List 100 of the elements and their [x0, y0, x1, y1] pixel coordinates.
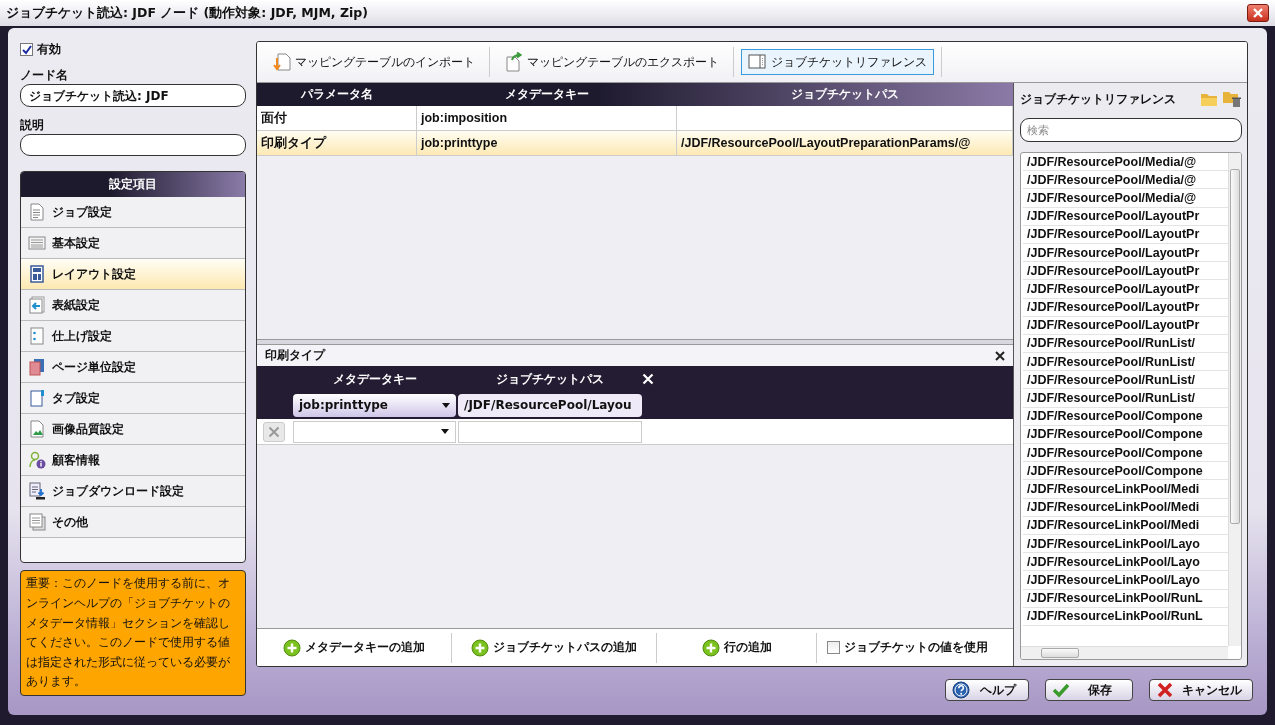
list-item[interactable]: /JDF/ResourcePool/Compone: [1023, 462, 1228, 481]
settings-item[interactable]: 仕上げ設定: [21, 321, 245, 353]
node-name-field[interactable]: ジョブチケット読込: JDF: [20, 84, 246, 107]
caret-icon: [441, 429, 449, 434]
column-header: メタデータキー: [504, 86, 590, 103]
import-icon: [272, 52, 292, 72]
list-item[interactable]: /JDF/ResourcePool/Compone: [1023, 444, 1228, 463]
list-item[interactable]: /JDF/ResourcePool/RunList/: [1023, 353, 1228, 372]
checkbox-label: 有効: [37, 40, 61, 58]
settings-item[interactable]: ジョブ設定: [21, 197, 245, 229]
window-title: ジョブチケット読込: JDF ノード (動作対象: JDF, MJM, Zip): [6, 4, 368, 22]
table-cell: 印刷タイプ: [257, 131, 417, 155]
list-item[interactable]: /JDF/ResourcePool/RunList/: [1023, 334, 1228, 354]
export-icon: [504, 52, 524, 72]
list-item[interactable]: /JDF/ResourcePool/Compone: [1023, 407, 1228, 426]
toolbar-button[interactable]: マッピングテーブルのエクスポート: [497, 49, 726, 75]
close-icon: [642, 373, 655, 386]
table-cell: 面付: [257, 106, 417, 130]
list-icon: [28, 234, 46, 253]
field-label: ノード名: [20, 67, 69, 81]
settings-item[interactable]: 顧客情報: [21, 445, 245, 477]
save-button[interactable]: 保存: [1045, 679, 1133, 701]
close-button[interactable]: [1247, 4, 1269, 22]
description-field[interactable]: [20, 134, 246, 157]
table-row[interactable]: 面付 job:imposition: [257, 106, 1013, 131]
checkbox[interactable]: [20, 42, 33, 56]
settings-item[interactable]: 画像品質設定: [21, 414, 245, 446]
list-item[interactable]: /JDF/ResourcePool/LayoutPr: [1023, 262, 1228, 281]
list-item[interactable]: /JDF/ResourcePool/LayoutPr: [1023, 207, 1228, 226]
scrollbar[interactable]: [1021, 646, 1228, 659]
checkbox-label: ジョブチケットの値を使用: [844, 639, 988, 656]
plus-icon: [471, 638, 489, 657]
table-cell: /JDF/ResourcePool/LayoutPreparationParams/@: [677, 131, 1013, 155]
list-item[interactable]: /JDF/ResourceLinkPool/Medi: [1023, 480, 1228, 499]
check-icon: [21, 43, 32, 55]
metadata-key-dropdown[interactable]: job:printtype: [293, 393, 456, 417]
checkbox[interactable]: [827, 641, 840, 654]
help-button[interactable]: ヘルプ: [945, 679, 1029, 701]
cancel-button[interactable]: キャンセル: [1149, 679, 1253, 701]
search-field[interactable]: 検索: [1020, 118, 1242, 142]
scrollbar-thumb[interactable]: [1041, 648, 1079, 658]
scrollbar[interactable]: [1228, 153, 1241, 646]
list-item[interactable]: /JDF/ResourcePool/LayoutPr: [1023, 316, 1228, 335]
list-item[interactable]: /JDF/ResourcePool/LayoutPr: [1023, 280, 1228, 299]
pages-icon: [28, 358, 46, 377]
list-item[interactable]: /JDF/ResourcePool/RunList/: [1023, 389, 1228, 408]
close-button[interactable]: [995, 350, 1005, 361]
delete-row-button[interactable]: [263, 421, 285, 442]
toolbar-button[interactable]: ジョブチケットリファレンス: [741, 49, 934, 75]
list-item[interactable]: /JDF/ResourceLinkPool/Layo: [1023, 553, 1228, 572]
list-item[interactable]: /JDF/ResourceLinkPool/Layo: [1023, 571, 1228, 590]
tab-page-icon: [28, 389, 46, 408]
plus-icon: [283, 638, 301, 657]
scrollbar-thumb[interactable]: [1230, 169, 1240, 524]
list-item[interactable]: /JDF/ResourcePool/Compone: [1023, 425, 1228, 444]
settings-item[interactable]: 表紙設定: [21, 290, 245, 322]
caret-icon: [442, 402, 450, 408]
list-item[interactable]: /JDF/ResourcePool/LayoutPr: [1023, 225, 1228, 244]
arrow-page-icon: [28, 296, 46, 315]
close-icon: [995, 350, 1005, 361]
list-item[interactable]: /JDF/ResourcePool/LayoutPr: [1023, 243, 1228, 263]
add-button[interactable]: 行の追加: [657, 632, 817, 663]
settings-item[interactable]: レイアウト設定: [21, 259, 245, 291]
list-item[interactable]: /JDF/ResourceLinkPool/RunL: [1023, 589, 1228, 608]
settings-item[interactable]: 基本設定: [21, 228, 245, 260]
person-info-icon: [28, 451, 46, 470]
list-item[interactable]: /JDF/ResourcePool/RunList/: [1023, 371, 1228, 390]
settings-item[interactable]: ジョブダウンロード設定: [21, 476, 245, 508]
add-button[interactable]: メタデータキーの追加: [257, 632, 452, 663]
settings-item[interactable]: ページ単位設定: [21, 352, 245, 384]
table-row[interactable]: 印刷タイプ job:printtype /JDF/ResourcePool/LayoutPreparationParams/@: [257, 131, 1013, 156]
toolbar-button[interactable]: マッピングテーブルのインポート: [265, 49, 482, 75]
close-icon: [268, 425, 280, 438]
path-field[interactable]: /JDF/ResourcePool/Layou: [458, 393, 642, 417]
settings-item[interactable]: その他: [21, 507, 245, 539]
folder-icon[interactable]: [1200, 91, 1218, 107]
list-item[interactable]: /JDF/ResourcePool/Media/@: [1023, 153, 1228, 172]
panel-title: 印刷タイプ: [265, 347, 325, 364]
cross-icon: [1156, 681, 1174, 699]
download-icon: [28, 482, 46, 501]
page-icon: [28, 327, 46, 346]
document-icon: [28, 203, 46, 222]
list-item[interactable]: /JDF/ResourceLinkPool/Medi: [1023, 516, 1228, 535]
table-cell: job:imposition: [417, 106, 677, 130]
list-item[interactable]: /JDF/ResourcePool/LayoutPr: [1023, 298, 1228, 317]
metadata-key-dropdown[interactable]: [293, 420, 456, 443]
check-icon: [1052, 681, 1070, 699]
column-header: ジョブチケットパス: [494, 371, 605, 388]
field-label: 説明: [20, 117, 45, 131]
list-item[interactable]: /JDF/ResourceLinkPool/Medi: [1023, 498, 1228, 517]
list-item[interactable]: /JDF/ResourceLinkPool/Layo: [1023, 534, 1228, 554]
list-item[interactable]: /JDF/ResourcePool/Media/@: [1023, 189, 1228, 208]
folder-delete-icon[interactable]: [1222, 90, 1242, 108]
notice-text: 重要：このノードを使用する前に、オンラインヘルプの「ジョブチケットのメタデータ情報」セクションを確認してください。このノードで使用する値は指定された形式に従っている必要があります。: [20, 570, 246, 696]
list-item[interactable]: /JDF/ResourcePool/Media/@: [1023, 171, 1228, 190]
list-item[interactable]: /JDF/ResourceLinkPool/RunL: [1023, 607, 1228, 626]
path-field[interactable]: [458, 420, 642, 443]
settings-item[interactable]: タブ設定: [21, 383, 245, 415]
add-button[interactable]: ジョブチケットパスの追加: [452, 632, 657, 663]
column-header: パラメータ名: [300, 86, 374, 103]
